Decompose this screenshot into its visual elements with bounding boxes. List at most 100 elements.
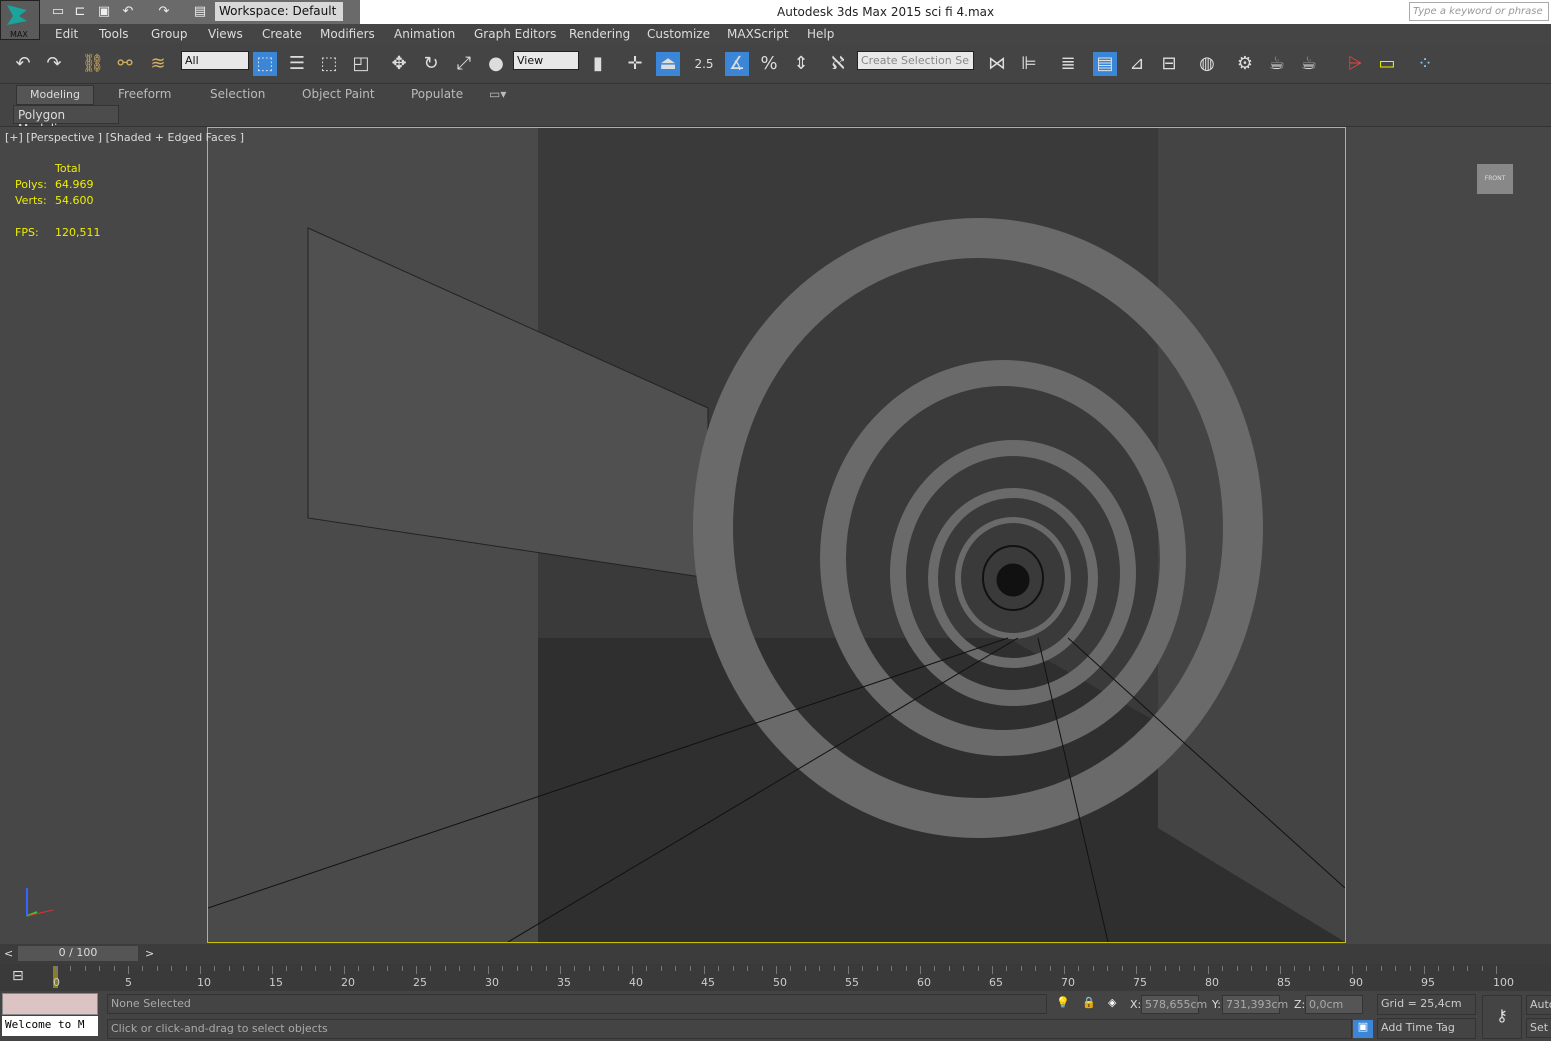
timeline-tick xyxy=(804,966,806,971)
menu-create[interactable]: Create xyxy=(262,27,302,41)
x-coordinate-field[interactable]: 578,655cm xyxy=(1141,995,1207,1014)
z-coordinate-field[interactable]: 0,0cm xyxy=(1305,995,1363,1014)
bind-space-warp-icon[interactable]: ≋ xyxy=(146,52,170,76)
ruler-icon[interactable]: ▭ xyxy=(1375,52,1399,76)
undo-icon[interactable]: ↶ xyxy=(120,4,136,19)
save-icon[interactable]: ▣ xyxy=(96,4,112,19)
menu-graph-editors[interactable]: Graph Editors xyxy=(474,27,556,41)
menu-customize[interactable]: Customize xyxy=(647,27,710,41)
application-menu-button[interactable]: MAX xyxy=(0,0,40,40)
timeline-tick-label: 80 xyxy=(1205,976,1219,989)
isolate-selection-icon[interactable]: 💡 xyxy=(1056,996,1070,1009)
timeline-tick xyxy=(1438,966,1440,971)
previous-frame-button[interactable]: < xyxy=(4,947,13,960)
y-coordinate-field[interactable]: 731,393cm xyxy=(1222,995,1288,1014)
redo-icon[interactable]: ↷ xyxy=(156,4,172,19)
select-by-name-icon[interactable]: ☰ xyxy=(285,52,309,76)
named-selection-dropdown[interactable]: Create Selection Se xyxy=(857,51,974,70)
civil-view-icon[interactable]: ⩥ xyxy=(1343,52,1367,76)
mirror-icon[interactable]: ⋈ xyxy=(985,52,1009,76)
schematic-view-icon[interactable]: ⊟ xyxy=(1157,52,1181,76)
set-key-button[interactable]: Set xyxy=(1526,1018,1551,1038)
redo-icon[interactable]: ↷ xyxy=(42,52,66,76)
timeline-tick-label: 60 xyxy=(917,976,931,989)
curve-editor-icon[interactable]: ⊿ xyxy=(1125,52,1149,76)
timeline-tick xyxy=(1107,966,1109,971)
timeline-tick xyxy=(862,966,864,971)
viewport-label-menu[interactable]: [+] [Perspective ] [Shaded + Edged Faces… xyxy=(5,131,244,144)
viewcube[interactable]: FRONT xyxy=(1477,164,1513,194)
window-title: Autodesk 3ds Max 2015 sci fi 4.max xyxy=(777,5,995,19)
maxscript-mini-listener[interactable]: Welcome to M xyxy=(2,1016,98,1036)
menu-group[interactable]: Group xyxy=(151,27,188,41)
timeline-tick xyxy=(1136,966,1137,974)
scene-explorer-icon[interactable]: ▤ xyxy=(1093,52,1117,76)
open-file-icon[interactable]: ⊏ xyxy=(72,4,88,19)
layer-explorer-icon[interactable]: ≣ xyxy=(1056,52,1080,76)
particle-icon[interactable]: ⁘ xyxy=(1413,52,1437,76)
keyboard-shortcut-override-icon[interactable]: ⏏ xyxy=(656,52,680,76)
menu-edit[interactable]: Edit xyxy=(55,27,78,41)
manipulate-icon[interactable]: ✛ xyxy=(623,52,647,76)
time-slider[interactable]: 0 / 100 xyxy=(18,946,138,961)
absolute-relative-mode-icon[interactable]: ◈ xyxy=(1108,996,1116,1009)
menu-modifiers[interactable]: Modifiers xyxy=(320,27,375,41)
rectangular-selection-icon[interactable]: ⬚ xyxy=(317,52,341,76)
timeline-tick xyxy=(1251,966,1253,971)
menu-maxscript[interactable]: MAXScript xyxy=(727,27,789,41)
pivot-center-icon[interactable]: ▮ xyxy=(586,52,610,76)
move-icon[interactable]: ✥ xyxy=(387,52,411,76)
tab-modeling[interactable]: Modeling xyxy=(16,85,94,105)
place-icon[interactable]: ● xyxy=(484,52,508,76)
menu-animation[interactable]: Animation xyxy=(394,27,455,41)
align-icon[interactable]: ⊫ xyxy=(1017,52,1041,76)
link-icon[interactable]: ⛓ xyxy=(81,52,105,76)
render-setup-icon[interactable]: ⚙ xyxy=(1233,52,1257,76)
window-crossing-icon[interactable]: ◰ xyxy=(349,52,373,76)
set-key-icon[interactable]: ⚷ xyxy=(1482,995,1522,1039)
reference-coordinate-dropdown[interactable]: View xyxy=(513,51,579,70)
edit-named-selection-icon[interactable]: ℵ xyxy=(826,52,850,76)
tab-object-paint[interactable]: Object Paint xyxy=(302,87,375,101)
timeline-tick-label: 95 xyxy=(1421,976,1435,989)
project-folder-icon[interactable]: ▤ xyxy=(192,4,208,19)
angle-snap-icon[interactable]: ∡ xyxy=(725,52,749,76)
workspace-dropdown[interactable]: Workspace: Default xyxy=(215,2,343,21)
open-mini-curve-editor-icon[interactable]: ⊟ xyxy=(12,968,24,984)
material-editor-icon[interactable]: ◍ xyxy=(1195,52,1219,76)
new-file-icon[interactable]: ▭ xyxy=(50,4,66,19)
add-time-tag-button[interactable]: Add Time Tag xyxy=(1377,1018,1476,1039)
menu-tools[interactable]: Tools xyxy=(99,27,129,41)
percent-snap-icon[interactable]: % xyxy=(757,52,781,76)
selection-lock-icon[interactable]: 🔒 xyxy=(1082,996,1096,1009)
next-frame-button[interactable]: > xyxy=(145,947,154,960)
maxscript-listener-macro[interactable] xyxy=(2,993,98,1015)
select-object-icon[interactable]: ⬚ xyxy=(253,52,277,76)
undo-icon[interactable]: ↶ xyxy=(11,52,35,76)
menu-help[interactable]: Help xyxy=(807,27,834,41)
render-production-icon[interactable]: ☕ xyxy=(1297,52,1321,76)
menu-views[interactable]: Views xyxy=(208,27,243,41)
ribbon-options-icon[interactable]: ▭▾ xyxy=(489,87,506,101)
spinner-snap-icon[interactable]: ⇕ xyxy=(789,52,813,76)
timeline-tick xyxy=(1236,966,1238,971)
rotate-icon[interactable]: ↻ xyxy=(419,52,443,76)
scale-icon[interactable]: ⤢ xyxy=(452,52,476,76)
timeline-tick xyxy=(1337,966,1339,971)
polygon-modeling-panel[interactable]: Polygon Modeling xyxy=(13,105,119,136)
unlink-icon[interactable]: ⚯ xyxy=(113,52,137,76)
tab-selection[interactable]: Selection xyxy=(210,87,265,101)
tab-freeform[interactable]: Freeform xyxy=(118,87,171,101)
tab-populate[interactable]: Populate xyxy=(411,87,463,101)
selection-filter-dropdown[interactable]: All xyxy=(181,51,249,70)
snaps-toggle-icon[interactable]: 2.5 xyxy=(692,52,716,76)
timeline-tick xyxy=(992,966,993,974)
search-input[interactable]: Type a keyword or phrase xyxy=(1409,2,1549,21)
main-toolbar: ↶ ↷ ⛓ ⚯ ≋ All ⬚ ☰ ⬚ ◰ ✥ ↻ ⤢ ● View ▮ ✛ ⏏… xyxy=(0,44,1551,84)
menu-rendering[interactable]: Rendering xyxy=(569,27,630,41)
auto-key-button[interactable]: Auto xyxy=(1526,995,1551,1015)
viewport-scene[interactable] xyxy=(207,127,1346,943)
rendered-frame-window-icon[interactable]: ☕ xyxy=(1265,52,1289,76)
time-tag-icon[interactable]: ▣ xyxy=(1353,1020,1373,1038)
timeline-tick xyxy=(675,966,677,971)
